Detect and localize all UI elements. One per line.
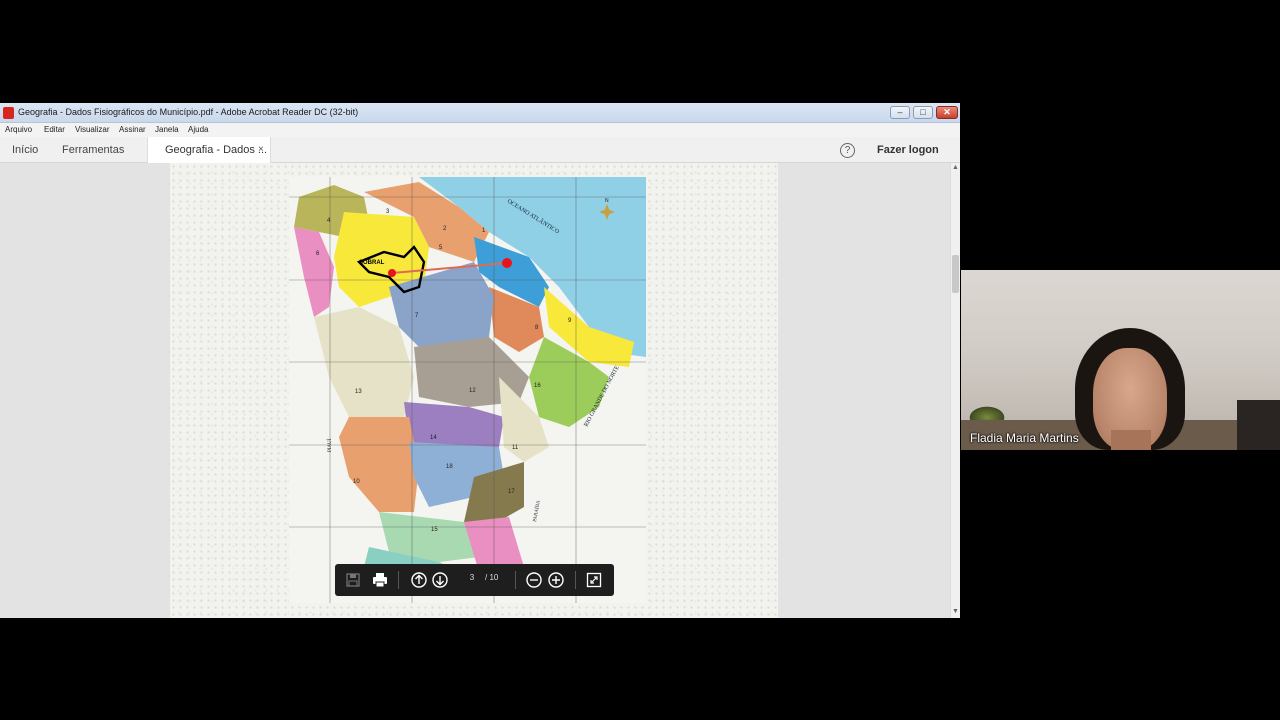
tab-document[interactable]: Geografia - Dados ... bbox=[147, 137, 271, 163]
participant-name: Fladia Maria Martins bbox=[970, 431, 1079, 445]
region-label-15: 15 bbox=[431, 527, 438, 533]
pdf-page: SOBRAL OCEANO ATLÂNTICO RIO GRANDE DO NO… bbox=[170, 163, 778, 618]
background-furniture bbox=[1237, 400, 1280, 450]
save-icon[interactable] bbox=[343, 570, 363, 590]
fit-page-icon[interactable] bbox=[584, 570, 604, 590]
region-label-10: 10 bbox=[353, 479, 360, 485]
marker-capital bbox=[502, 258, 512, 268]
scroll-down-icon[interactable]: ▼ bbox=[952, 608, 959, 615]
sobral-label: SOBRAL bbox=[359, 260, 385, 266]
region-label-13: 13 bbox=[355, 389, 362, 395]
document-area[interactable]: SOBRAL OCEANO ATLÂNTICO RIO GRANDE DO NO… bbox=[0, 163, 950, 618]
participant-neck bbox=[1111, 430, 1151, 450]
menu-arquivo[interactable]: Arquivo bbox=[5, 125, 32, 134]
acrobat-window: Geografia - Dados Fisiográficos do Munic… bbox=[0, 103, 960, 618]
toolbar-separator bbox=[575, 571, 576, 589]
menu-bar: Arquivo Editar Visualizar Assinar Janela… bbox=[0, 123, 960, 137]
toolbar-separator bbox=[398, 571, 399, 589]
acrobat-icon bbox=[3, 107, 14, 119]
menu-assinar[interactable]: Assinar bbox=[119, 125, 146, 134]
scroll-up-icon[interactable]: ▲ bbox=[952, 164, 959, 171]
page-up-icon[interactable] bbox=[409, 570, 429, 590]
zoom-out-icon[interactable] bbox=[524, 570, 544, 590]
login-link[interactable]: Fazer logon bbox=[877, 144, 939, 156]
title-bar: Geografia - Dados Fisiográficos do Munic… bbox=[0, 103, 960, 123]
scrollbar-thumb[interactable] bbox=[952, 255, 959, 293]
marker-sobral bbox=[388, 269, 396, 277]
zoom-in-icon[interactable] bbox=[546, 570, 566, 590]
help-icon[interactable]: ? bbox=[840, 143, 855, 158]
total-pages: / 10 bbox=[485, 573, 499, 582]
menu-editar[interactable]: Editar bbox=[44, 125, 65, 134]
menu-visualizar[interactable]: Visualizar bbox=[75, 125, 110, 134]
tab-close-icon[interactable]: × bbox=[258, 144, 264, 155]
tab-home[interactable]: Início bbox=[12, 137, 38, 163]
vertical-scrollbar[interactable]: ▲ ▼ bbox=[950, 163, 960, 618]
minimize-button[interactable]: – bbox=[890, 106, 910, 119]
current-page-input[interactable]: 3 bbox=[465, 573, 479, 582]
page-down-icon[interactable] bbox=[430, 570, 450, 590]
tab-bar: Início Ferramentas Geografia - Dados ...… bbox=[0, 137, 960, 163]
window-title: Geografia - Dados Fisiográficos do Munic… bbox=[18, 107, 359, 117]
participant-video[interactable]: Fladia Maria Martins bbox=[961, 270, 1280, 450]
toolbar-separator bbox=[515, 571, 516, 589]
region-label-18: 18 bbox=[446, 464, 453, 470]
ceara-map: SOBRAL OCEANO ATLÂNTICO RIO GRANDE DO NO… bbox=[289, 177, 646, 603]
region-label-12: 12 bbox=[469, 388, 476, 394]
close-window-button[interactable]: ✕ bbox=[936, 106, 958, 119]
maximize-button[interactable]: □ bbox=[913, 106, 933, 119]
screen: Geografia - Dados Fisiográficos do Munic… bbox=[0, 0, 1280, 720]
region-label-11: 11 bbox=[512, 445, 519, 451]
region-label-16: 16 bbox=[534, 383, 541, 389]
region-label-17: 17 bbox=[508, 489, 515, 495]
print-icon[interactable] bbox=[370, 570, 390, 590]
region-label-14: 14 bbox=[430, 435, 437, 441]
menu-ajuda[interactable]: Ajuda bbox=[188, 125, 208, 134]
state-west-label: PIAUÍ bbox=[327, 438, 333, 452]
page-navigation-toolbar: 3 / 10 bbox=[335, 564, 614, 596]
tab-tools[interactable]: Ferramentas bbox=[62, 137, 124, 163]
menu-janela[interactable]: Janela bbox=[155, 125, 179, 134]
compass-north-label: N bbox=[605, 198, 609, 204]
